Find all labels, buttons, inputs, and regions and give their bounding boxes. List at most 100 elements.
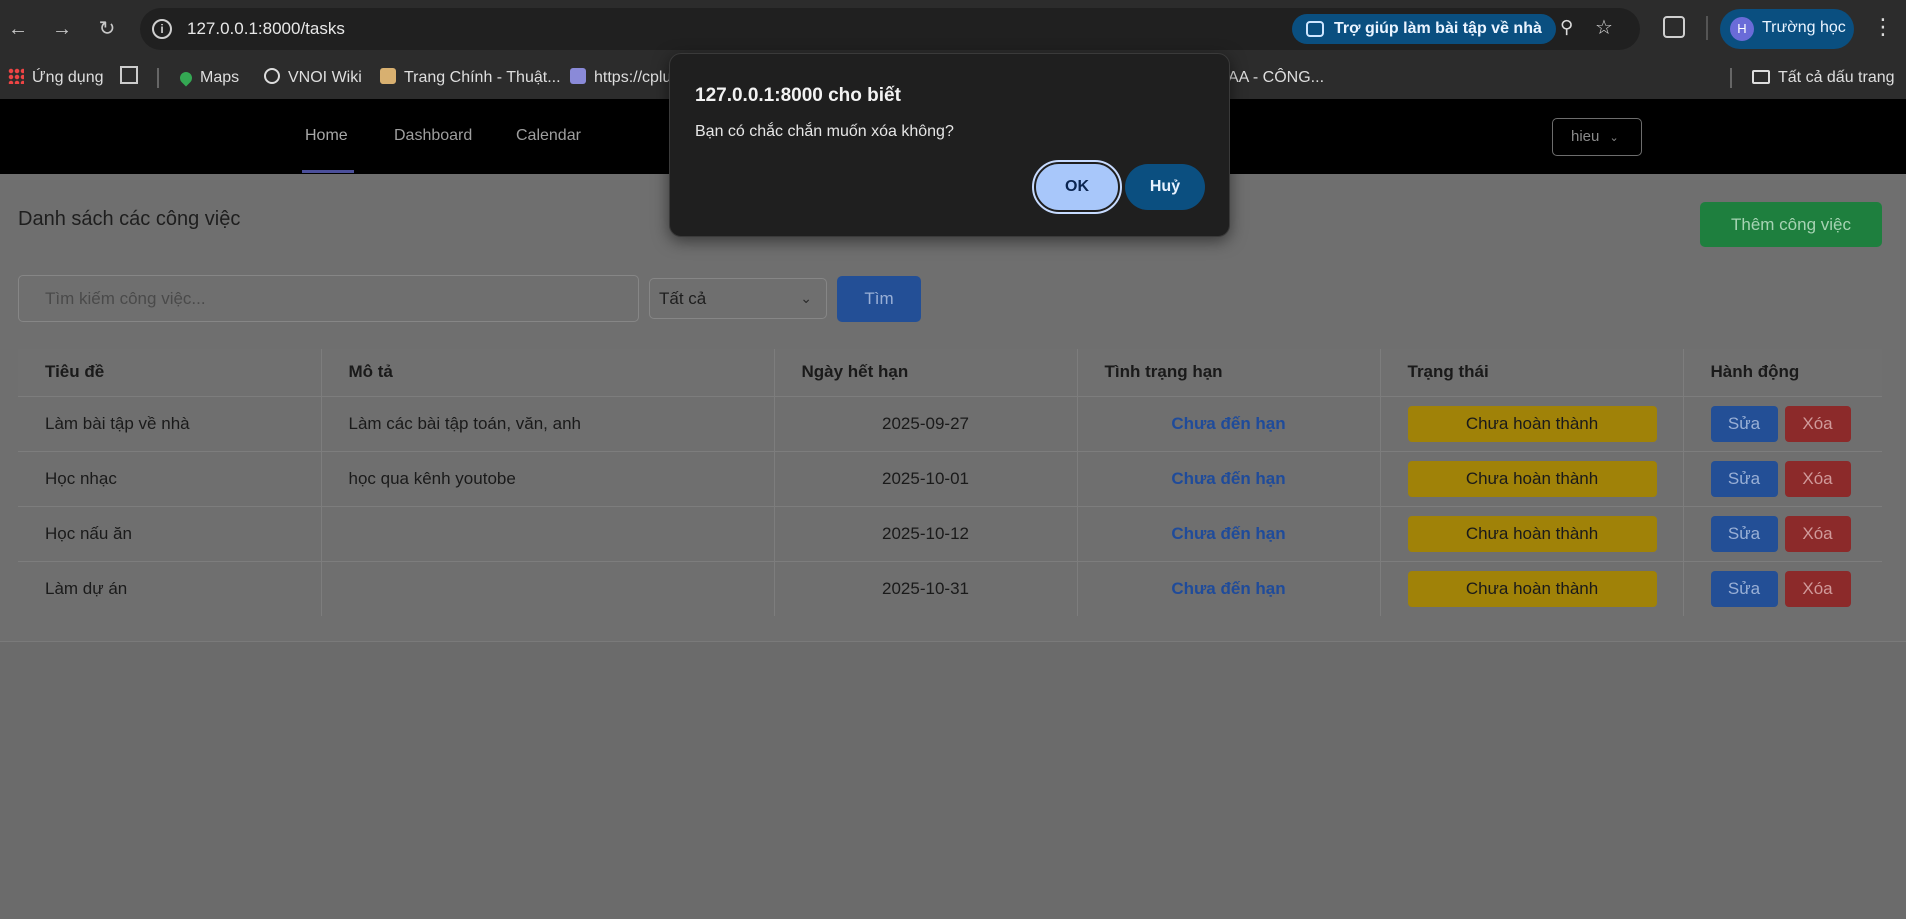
nav-calendar[interactable]: Calendar [516, 127, 581, 145]
delete-button[interactable]: Xóa [1784, 460, 1851, 497]
active-nav-indicator [302, 170, 354, 173]
search-button[interactable]: Tìm [837, 276, 921, 322]
status-badge: Chưa hoàn thành [1407, 570, 1657, 607]
bookmark-apps[interactable]: Ứng dụng [8, 65, 104, 91]
task-description [321, 506, 775, 562]
bookmark-label: https://cplu [594, 69, 672, 86]
column-header: Tình trạng hạn [1077, 349, 1381, 397]
reload-icon[interactable]: ↻ [92, 14, 122, 44]
table-row: Học nhạc học qua kênh youtobe 2025-10-01… [18, 451, 1882, 507]
task-due-date: 2025-09-27 [774, 396, 1078, 452]
table-row: Học nấu ăn 2025-10-12 Chưa đến hạn Chưa … [18, 506, 1882, 562]
column-header: Tiêu đề [18, 349, 322, 397]
tab-groups-icon[interactable] [120, 65, 146, 91]
bookmark-star-icon[interactable]: ☆ [1595, 15, 1613, 40]
task-due-date: 2025-10-01 [774, 451, 1078, 507]
dialog-title: 127.0.0.1:8000 cho biết [695, 85, 901, 106]
chevron-down-icon: ⌄ [1609, 132, 1619, 144]
bookmark-cong[interactable]: AA - CÔNG... [1228, 65, 1324, 91]
task-due-date: 2025-10-31 [774, 561, 1078, 616]
task-status-cell: Chưa hoàn thành [1380, 561, 1684, 616]
table-header-row: Tiêu đề Mô tả Ngày hết hạn Tình trạng hạ… [18, 349, 1882, 397]
task-deadline-status: Chưa đến hạn [1077, 396, 1381, 452]
globe-icon [264, 68, 280, 84]
bookmark-divider [1730, 68, 1732, 88]
task-deadline-status: Chưa đến hạn [1077, 506, 1381, 562]
all-bookmarks[interactable]: Tất cả dấu trang [1752, 65, 1895, 91]
bookmark-label: Ứng dụng [32, 69, 104, 86]
bookmark-trang-chinh[interactable]: Trang Chính - Thuật... [380, 65, 561, 91]
status-badge: Chưa hoàn thành [1407, 405, 1657, 442]
page-title: Danh sách các công việc [18, 208, 241, 230]
dialog-message: Bạn có chắc chắn muốn xóa không? [695, 123, 954, 140]
homework-help-chip[interactable]: Trợ giúp làm bài tập về nhà [1292, 14, 1556, 44]
bookmark-label: Trang Chính - Thuật... [404, 69, 561, 86]
edit-button[interactable]: Sửa [1710, 460, 1778, 497]
grid-icon [120, 66, 138, 84]
tasks-table: Tiêu đề Mô tả Ngày hết hạn Tình trạng hạ… [18, 349, 1882, 616]
edit-button[interactable]: Sửa [1710, 405, 1778, 442]
profile-button[interactable]: H Trường học [1720, 9, 1854, 49]
status-badge: Chưa hoàn thành [1407, 460, 1657, 497]
site-favicon-icon [380, 68, 396, 84]
edit-button[interactable]: Sửa [1710, 515, 1778, 552]
zoom-icon[interactable]: ⚲ [1560, 17, 1573, 38]
browser-toolbar: ← → ↻ i 127.0.0.1:8000/tasks Trợ giúp là… [0, 0, 1906, 57]
edit-button[interactable]: Sửa [1710, 570, 1778, 607]
delete-button[interactable]: Xóa [1784, 515, 1851, 552]
user-dropdown[interactable]: hieu ⌄ [1552, 118, 1642, 156]
site-favicon-icon [570, 68, 586, 84]
task-due-date: 2025-10-12 [774, 506, 1078, 562]
bookmark-maps[interactable]: Maps [177, 65, 239, 91]
nav-dashboard[interactable]: Dashboard [394, 127, 472, 145]
apps-grid-icon [8, 68, 24, 84]
maps-pin-icon [177, 69, 195, 87]
bookmark-divider [157, 68, 159, 88]
confirm-dialog: 127.0.0.1:8000 cho biết Bạn có chắc chắn… [669, 53, 1230, 237]
column-header: Ngày hết hạn [774, 349, 1078, 397]
back-icon[interactable]: ← [3, 14, 33, 44]
status-badge: Chưa hoàn thành [1407, 515, 1657, 552]
lens-icon [1306, 21, 1324, 37]
task-description: học qua kênh youtobe [321, 451, 775, 507]
nav-home[interactable]: Home [305, 127, 348, 145]
bookmark-label: VNOI Wiki [288, 69, 362, 86]
task-actions: Sửa Xóa [1683, 396, 1882, 452]
url-text[interactable]: 127.0.0.1:8000/tasks [187, 19, 345, 39]
table-row: Làm dự án 2025-10-31 Chưa đến hạn Chưa h… [18, 561, 1882, 616]
folder-icon [1752, 70, 1770, 84]
site-info-icon[interactable]: i [152, 19, 172, 39]
username: hieu [1571, 128, 1600, 145]
task-description: Làm các bài tập toán, văn, anh [321, 396, 775, 452]
status-filter-select[interactable]: Tất cả ⌄ [649, 278, 827, 319]
task-deadline-status: Chưa đến hạn [1077, 561, 1381, 616]
bookmark-vnoi-wiki[interactable]: VNOI Wiki [264, 65, 362, 91]
cancel-button[interactable]: Huỷ [1125, 164, 1205, 210]
add-task-button[interactable]: Thêm công việc [1700, 202, 1882, 247]
column-header: Trạng thái [1380, 349, 1684, 397]
column-header: Mô tả [321, 349, 775, 397]
task-status-cell: Chưa hoàn thành [1380, 506, 1684, 562]
more-menu-icon[interactable]: ⋮ [1872, 14, 1894, 40]
bookmark-label: AA - CÔNG... [1228, 69, 1325, 86]
profile-name: Trường học [1762, 19, 1846, 36]
delete-button[interactable]: Xóa [1784, 405, 1851, 442]
ok-button[interactable]: OK [1032, 160, 1122, 214]
task-description [321, 561, 775, 616]
bookmark-cplusplus[interactable]: https://cplu [570, 65, 671, 91]
avatar: H [1730, 17, 1754, 41]
filter-value: Tất cả [659, 289, 707, 308]
delete-button[interactable]: Xóa [1784, 570, 1851, 607]
task-actions: Sửa Xóa [1683, 451, 1882, 507]
chevron-down-icon: ⌄ [800, 290, 812, 306]
extensions-icon[interactable] [1663, 16, 1685, 38]
task-status-cell: Chưa hoàn thành [1380, 396, 1684, 452]
homework-help-label: Trợ giúp làm bài tập về nhà [1334, 20, 1542, 37]
address-bar[interactable]: i 127.0.0.1:8000/tasks Trợ giúp làm bài … [140, 8, 1640, 50]
forward-icon[interactable]: → [47, 14, 77, 44]
task-actions: Sửa Xóa [1683, 561, 1882, 616]
task-title: Làm bài tập về nhà [18, 396, 322, 452]
task-title: Học nhạc [18, 451, 322, 507]
search-input[interactable]: Tìm kiếm công việc... [18, 275, 639, 322]
task-deadline-status: Chưa đến hạn [1077, 451, 1381, 507]
